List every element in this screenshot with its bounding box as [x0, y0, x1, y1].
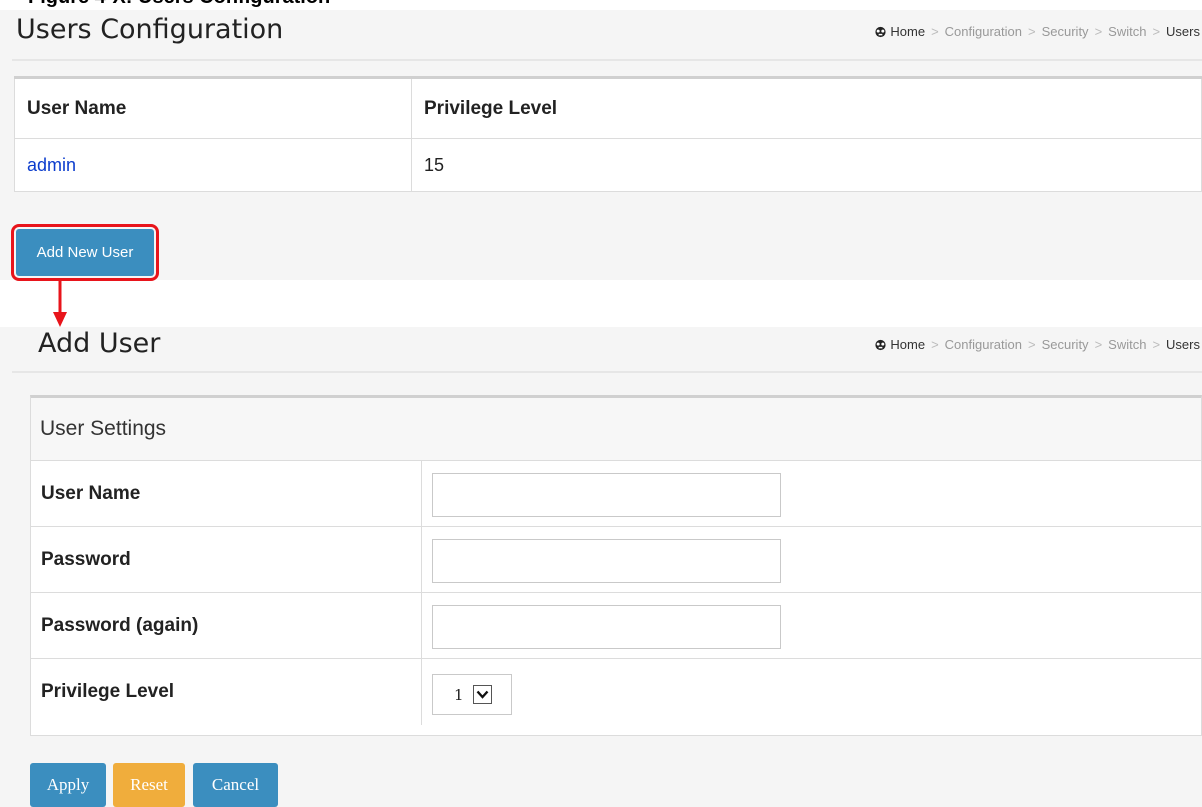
password-again-label: Password (again)	[41, 614, 199, 636]
table-row: admin 15	[14, 138, 1202, 192]
figure-caption: Figure 4-X: Users Configuration	[28, 0, 330, 9]
breadcrumb-switch[interactable]: Switch	[1108, 24, 1146, 39]
user-settings-box: User Settings User Name Password Passwor…	[30, 395, 1202, 736]
breadcrumb: Home > Configuration > Security > Switch…	[874, 24, 1200, 39]
users-table: User Name Privilege Level admin 15	[14, 76, 1202, 192]
user-name-cell: admin	[14, 138, 412, 192]
breadcrumb-separator: >	[931, 24, 939, 39]
breadcrumb-security[interactable]: Security	[1042, 24, 1089, 39]
breadcrumb-separator: >	[931, 337, 939, 352]
home-icon	[875, 26, 886, 37]
cancel-button[interactable]: Cancel	[193, 763, 278, 807]
breadcrumb-security[interactable]: Security	[1042, 337, 1089, 352]
title-divider	[12, 371, 1202, 373]
column-divider	[421, 593, 422, 658]
privilege-level-label: Privilege Level	[41, 681, 175, 702]
breadcrumb-separator: >	[1028, 337, 1036, 352]
breadcrumb-separator: >	[1028, 24, 1036, 39]
apply-button[interactable]: Apply	[30, 763, 106, 807]
breadcrumb-users: Users	[1166, 24, 1200, 39]
breadcrumb-home[interactable]: Home	[890, 24, 925, 39]
privilege-level-row: Privilege Level 1	[31, 659, 1201, 725]
page-title: Users Configuration	[16, 14, 284, 45]
user-link-admin[interactable]: admin	[27, 155, 76, 175]
page-title: Add User	[38, 328, 161, 359]
user-name-label: User Name	[41, 482, 141, 504]
breadcrumb-separator: >	[1152, 337, 1161, 352]
add-user-panel: Add User Home > Configuration > Security…	[0, 327, 1202, 807]
breadcrumb-switch[interactable]: Switch	[1108, 337, 1146, 352]
home-icon	[875, 339, 886, 350]
chevron-down-icon[interactable]	[473, 685, 492, 704]
password-row: Password	[31, 527, 1201, 593]
privilege-level-value: 1	[454, 685, 464, 704]
breadcrumb-configuration[interactable]: Configuration	[945, 337, 1022, 352]
privilege-level-select[interactable]: 1	[432, 674, 512, 715]
privilege-level-cell: 15	[411, 138, 1202, 192]
table-header-row: User Name Privilege Level	[14, 77, 1202, 139]
chevron-down-glyph	[476, 690, 489, 699]
section-title: User Settings	[31, 398, 1201, 461]
column-header-user-name: User Name	[14, 77, 412, 139]
password-again-row: Password (again)	[31, 593, 1201, 659]
add-new-user-button[interactable]: Add New User	[16, 229, 154, 276]
stage: Figure 4-X: Users Configuration Users Co…	[0, 0, 1202, 807]
title-divider	[12, 59, 1202, 61]
column-divider	[421, 461, 422, 526]
breadcrumb-users: Users	[1166, 337, 1200, 352]
breadcrumb: Home > Configuration > Security > Switch…	[874, 337, 1200, 352]
column-header-privilege-level: Privilege Level	[411, 77, 1202, 139]
user-name-input[interactable]	[432, 473, 781, 517]
breadcrumb-configuration[interactable]: Configuration	[945, 24, 1022, 39]
breadcrumb-separator: >	[1152, 24, 1161, 39]
column-divider	[421, 659, 422, 725]
password-input[interactable]	[432, 539, 781, 583]
breadcrumb-home[interactable]: Home	[890, 337, 925, 352]
password-again-input[interactable]	[432, 605, 781, 649]
breadcrumb-separator: >	[1094, 24, 1103, 39]
column-divider	[421, 527, 422, 592]
user-name-row: User Name	[31, 461, 1201, 527]
reset-button[interactable]: Reset	[113, 763, 185, 807]
breadcrumb-separator: >	[1094, 337, 1103, 352]
down-arrow-icon	[53, 280, 67, 327]
password-label: Password	[41, 548, 131, 570]
